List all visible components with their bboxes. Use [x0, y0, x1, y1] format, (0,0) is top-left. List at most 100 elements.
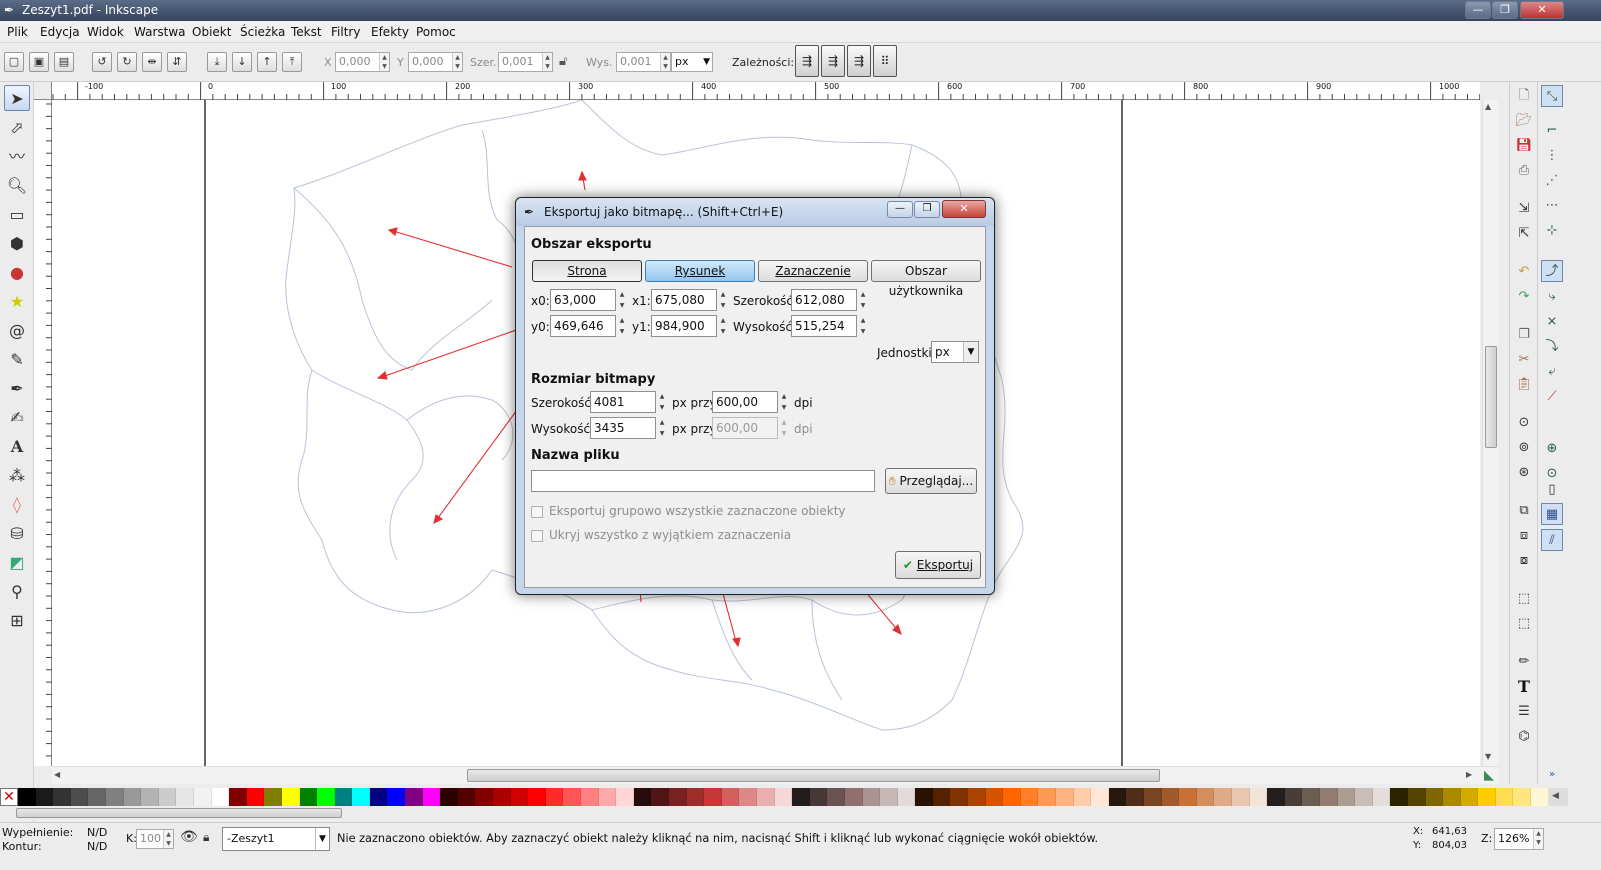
- y-input[interactable]: 0,000 ▲ ▼: [408, 52, 463, 72]
- color-swatch[interactable]: [1337, 788, 1356, 806]
- snap-grid-icon[interactable]: ▦: [1541, 503, 1563, 525]
- color-swatch[interactable]: [1003, 788, 1021, 806]
- color-swatch[interactable]: [105, 788, 124, 806]
- calligraphy-tool-icon[interactable]: ✍: [4, 405, 30, 431]
- color-swatch[interactable]: [1179, 788, 1197, 806]
- snap-smooth-nodes-icon[interactable]: ⤵: [1541, 336, 1563, 358]
- units-select[interactable]: px ▼: [931, 341, 979, 363]
- color-swatch[interactable]: [475, 788, 494, 806]
- fill-stroke-icon[interactable]: ✏: [1513, 651, 1535, 673]
- snap-path-icon[interactable]: ⤷: [1541, 286, 1563, 308]
- menu-pomoc[interactable]: Pomoc: [416, 25, 456, 39]
- area-height-input[interactable]: 515,254 ▲ ▼: [791, 315, 865, 337]
- snap-bbox-corner-icon[interactable]: ⋰: [1541, 170, 1563, 192]
- color-swatch[interactable]: [1319, 788, 1338, 806]
- ungroup-icon[interactable]: ⬚: [1513, 613, 1535, 635]
- export-icon[interactable]: ⇱: [1513, 223, 1535, 245]
- color-swatch[interactable]: [827, 788, 845, 806]
- color-swatch[interactable]: [387, 788, 406, 806]
- color-swatch[interactable]: [193, 788, 212, 806]
- no-paint-swatch-icon[interactable]: ✕: [0, 788, 18, 806]
- color-swatch[interactable]: [1056, 788, 1074, 806]
- dropper-tool-icon[interactable]: ⚲: [4, 579, 30, 605]
- zoom-spinner-icon[interactable]: ▲ ▼: [1533, 829, 1543, 849]
- height-spinner-icon[interactable]: ▲ ▼: [660, 53, 670, 71]
- bitmap-height-spinner-icon[interactable]: ▲ ▼: [657, 417, 667, 439]
- color-swatch[interactable]: [1390, 788, 1408, 806]
- color-swatch[interactable]: [1038, 788, 1057, 806]
- area-drawing-button[interactable]: Rysunek: [645, 260, 755, 282]
- color-swatch[interactable]: [53, 788, 71, 806]
- hide-all-checkbox[interactable]: [531, 530, 543, 542]
- node-tool-icon[interactable]: ⬀: [4, 115, 30, 141]
- color-swatch[interactable]: [1531, 788, 1549, 806]
- raise-to-top-icon[interactable]: ⤒: [282, 52, 302, 72]
- open-file-icon[interactable]: 📂︎: [1513, 110, 1535, 132]
- color-swatch[interactable]: [1214, 788, 1232, 806]
- x0-spinner-icon[interactable]: ▲ ▼: [617, 289, 627, 311]
- color-swatch[interactable]: [1495, 788, 1514, 806]
- horizontal-scroll-thumb[interactable]: [467, 769, 1160, 782]
- x1-input[interactable]: 675,080 ▲ ▼: [651, 289, 725, 311]
- snap-bbox-center-icon[interactable]: ⊹: [1541, 220, 1563, 242]
- color-swatch[interactable]: [1020, 788, 1039, 806]
- menu-warstwa[interactable]: Warstwa: [134, 25, 186, 39]
- color-swatch[interactable]: [1407, 788, 1426, 806]
- dialog-maximize-button[interactable]: ❐: [914, 201, 940, 218]
- scroll-up-icon[interactable]: ▲: [1485, 102, 1491, 111]
- scroll-down-icon[interactable]: ▼: [1485, 752, 1491, 761]
- text-font-icon[interactable]: T: [1513, 676, 1535, 698]
- unit-select[interactable]: px ▼: [671, 52, 713, 72]
- snap-rotation-center-icon[interactable]: ⊕: [1541, 438, 1563, 460]
- x-input[interactable]: 0,000 ▲ ▼: [335, 52, 390, 72]
- y1-spinner-icon[interactable]: ▲ ▼: [718, 315, 728, 337]
- color-swatch[interactable]: [968, 788, 986, 806]
- color-swatch[interactable]: [1267, 788, 1285, 806]
- color-swatch[interactable]: [528, 788, 546, 806]
- snap-bbox-midpoint-icon[interactable]: ⋯: [1541, 195, 1563, 217]
- more-snap-options-icon[interactable]: »: [1541, 764, 1563, 786]
- rectangle-tool-icon[interactable]: ▭: [4, 202, 30, 228]
- color-swatch[interactable]: [739, 788, 757, 806]
- unlink-clone-icon[interactable]: ⧇: [1513, 550, 1535, 572]
- spray-tool-icon[interactable]: ⁂: [4, 463, 30, 489]
- save-icon[interactable]: 💾︎: [1513, 135, 1535, 157]
- y1-input[interactable]: 984,900 ▲ ▼: [651, 315, 725, 337]
- pencil-tool-icon[interactable]: ✎: [4, 347, 30, 373]
- width-input[interactable]: 0,001 ▲ ▼: [498, 52, 553, 72]
- color-swatch[interactable]: [1144, 788, 1162, 806]
- lower-icon[interactable]: ↓: [232, 52, 252, 72]
- lower-to-bottom-icon[interactable]: ⤓: [207, 52, 227, 72]
- color-swatch[interactable]: [1425, 788, 1444, 806]
- color-swatch[interactable]: [1284, 788, 1303, 806]
- color-swatch[interactable]: [756, 788, 775, 806]
- dpi-x-spinner-icon[interactable]: ▲ ▼: [779, 391, 789, 413]
- browse-button[interactable]: ✋︎ Przeglądaj...: [885, 468, 977, 494]
- 3d-box-tool-icon[interactable]: ⬢: [4, 231, 30, 257]
- color-swatch[interactable]: [1355, 788, 1373, 806]
- transform-patterns-toggle-icon[interactable]: ⠿: [873, 45, 897, 77]
- color-swatch[interactable]: [774, 788, 793, 806]
- color-swatch[interactable]: [1126, 788, 1144, 806]
- color-swatch[interactable]: [581, 788, 599, 806]
- vertical-scrollbar[interactable]: ▲ ▼: [1482, 100, 1498, 766]
- color-swatch[interactable]: [1372, 788, 1391, 806]
- snap-guide-icon[interactable]: ⫽: [1541, 529, 1563, 551]
- spiral-tool-icon[interactable]: @: [4, 318, 30, 344]
- color-swatch[interactable]: [1478, 788, 1496, 806]
- color-swatch[interactable]: [950, 788, 969, 806]
- menu-plik[interactable]: Plik: [7, 25, 28, 39]
- color-swatch[interactable]: [422, 788, 441, 806]
- batch-export-checkbox[interactable]: [531, 506, 543, 518]
- color-swatch[interactable]: [1108, 788, 1127, 806]
- layers-icon[interactable]: ☰: [1513, 701, 1535, 723]
- color-swatch[interactable]: [668, 788, 687, 806]
- color-swatch[interactable]: [1302, 788, 1320, 806]
- zoom-tool-icon[interactable]: 🔍︎: [4, 173, 30, 199]
- close-button[interactable]: ✕: [1520, 1, 1564, 19]
- x1-spinner-icon[interactable]: ▲ ▼: [718, 289, 728, 311]
- menu-efekty[interactable]: Efekty: [371, 25, 409, 39]
- color-swatch[interactable]: [897, 788, 916, 806]
- color-swatch[interactable]: [809, 788, 828, 806]
- maximize-button[interactable]: ❐: [1492, 1, 1518, 19]
